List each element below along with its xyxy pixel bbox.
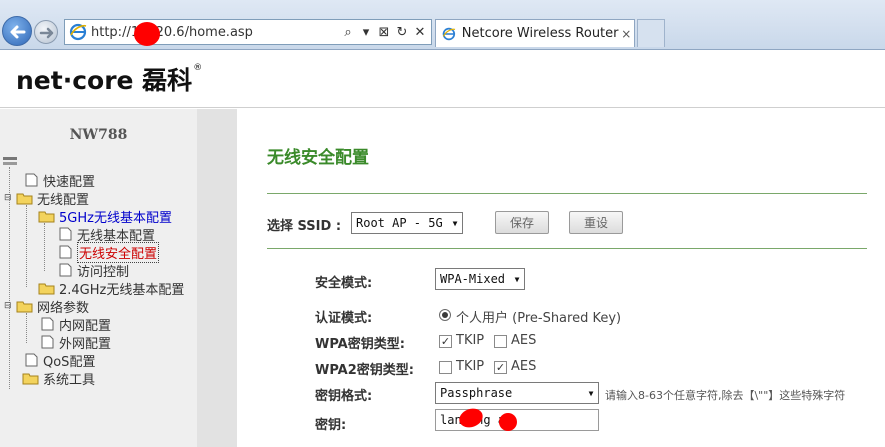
refresh-icon[interactable]: ↻ [395,25,409,40]
page-icon [59,227,72,241]
back-button[interactable] [2,16,32,46]
back-arrow-icon [10,25,26,39]
nav-tree: 快速配置 ⊟ 无线配置 5GHz无线基本配置 无线基本配置 无线安全配置 访问控… [0,109,197,447]
sidebar-item-system-tools[interactable]: 系统工具 [22,369,95,388]
sidebar-item-wireless-basic[interactable]: 无线基本配置 [56,225,155,244]
sidebar-item-5ghz-basic[interactable]: 5GHz无线基本配置 [38,207,172,226]
ssid-select[interactable]: Root AP - 5G ▼ [351,212,463,234]
tab-title: Netcore Wireless Router [461,26,619,41]
new-tab-button[interactable] [637,19,665,47]
sidebar-item-wireless-security[interactable]: 无线安全配置 [56,241,160,263]
auth-mode-radio[interactable] [439,309,451,321]
page-icon [41,317,54,331]
wpa-tkip-checkbox[interactable]: ✓ [439,335,452,348]
sidebar-item-access-control[interactable]: 访问控制 [56,261,129,280]
sidebar-item-quick-setup[interactable]: 快速配置 [22,171,95,190]
tree-root-icon [3,157,17,165]
address-bar[interactable]: http://1 4.20.6/home.asp ⌕ ▾ ⊠ ↻ ✕ [64,19,432,45]
sidebar-item-qos[interactable]: QoS配置 [22,351,95,370]
sidebar-item-wan[interactable]: 外网配置 [38,333,111,352]
wpa2-tkip-label: TKIP [456,359,485,374]
folder-icon [22,373,39,385]
compat-view-icon[interactable]: ⊠ [377,25,391,40]
redaction-mark [499,413,517,431]
sidebar-item-24ghz-basic[interactable]: 2.4GHz无线基本配置 [38,279,184,298]
wpa2-aes-label: AES [511,359,537,374]
ie-tab-icon [442,27,456,40]
collapse-icon[interactable]: ⊟ [4,193,16,203]
key-label: 密钥: [315,418,347,433]
sidebar-gutter [197,109,237,447]
ie-page-icon [69,23,87,41]
wpa-cipher-label: WPA密钥类型: [315,337,405,352]
key-format-hint: 请输入8-63个任意字符,除去【\""】这些特殊字符 [605,389,846,402]
forward-button[interactable] [34,20,58,44]
url-text[interactable]: http://1 4.20.6/home.asp [91,25,341,40]
key-format-select[interactable]: Passphrase ▼ [435,382,599,404]
tab-close-icon[interactable]: × [619,27,635,41]
collapse-icon[interactable]: ⊟ [4,301,16,311]
security-mode-select[interactable]: WPA-Mixed ▼ [435,268,525,290]
redaction-mark [134,22,160,46]
reset-button[interactable]: 重设 [569,211,623,234]
wpa-aes-checkbox[interactable] [494,335,507,348]
wpa2-aes-checkbox[interactable]: ✓ [494,361,507,374]
page-icon [25,353,38,367]
forward-arrow-icon [39,27,54,39]
folder-open-icon [16,193,33,205]
wpa2-cipher-label: WPA2密钥类型: [315,363,414,378]
address-tools: ⌕ ▾ ⊠ ↻ ✕ [341,25,431,40]
wpa-tkip-label: TKIP [456,333,485,348]
security-mode-label: 安全模式: [315,276,373,291]
folder-open-icon [16,301,33,313]
wpa-aes-label: AES [511,333,537,348]
wpa2-tkip-checkbox[interactable] [439,361,452,374]
dropdown-icon[interactable]: ▾ [359,25,373,40]
brand-header: net·core 磊科® [0,51,885,108]
sidebar-item-network[interactable]: ⊟ 网络参数 [4,297,89,316]
save-button[interactable]: 保存 [495,211,549,234]
divider [267,248,867,249]
folder-open-icon [38,211,55,223]
main-content: 无线安全配置 选择 SSID : Root AP - 5G ▼ 保存 重设 安全模… [237,109,885,447]
page-icon [59,263,72,277]
stop-icon[interactable]: ✕ [413,25,427,40]
auth-mode-label: 认证模式: [315,311,373,326]
page-icon [59,245,72,259]
browser-toolbar: http://1 4.20.6/home.asp ⌕ ▾ ⊠ ↻ ✕ Netco… [0,0,885,50]
chevron-down-icon: ▼ [514,274,520,284]
folder-icon [38,283,55,295]
auth-mode-value: 个人用户 (Pre-Shared Key) [456,311,622,326]
page-icon [41,335,54,349]
chevron-down-icon: ▼ [452,218,458,228]
sidebar-item-lan[interactable]: 内网配置 [38,315,111,334]
sidebar: NW788 快速配置 ⊟ 无线配置 5GHz无线基本配置 无线基本配置 无线安全… [0,109,197,447]
netcore-logo: net·core 磊科® [16,63,203,95]
chevron-down-icon: ▼ [588,388,594,398]
divider [267,193,867,194]
page-title: 无线安全配置 [267,148,369,168]
key-format-label: 密钥格式: [315,389,373,404]
browser-tab[interactable]: Netcore Wireless Router × [435,19,635,47]
ssid-label: 选择 SSID : [267,219,342,234]
page-icon [25,173,38,187]
sidebar-item-wireless[interactable]: ⊟ 无线配置 [4,189,89,208]
search-icon[interactable]: ⌕ [341,25,355,40]
